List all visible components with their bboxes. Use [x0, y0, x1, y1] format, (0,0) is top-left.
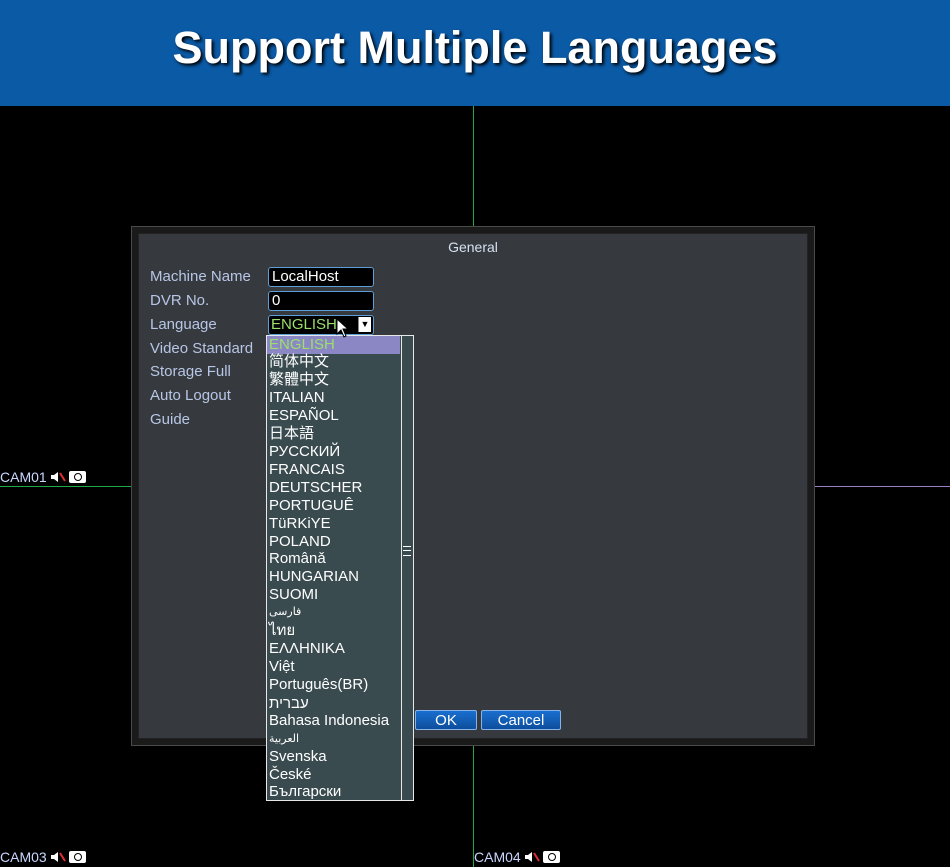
- language-option[interactable]: PORTUGUÊ: [267, 497, 400, 515]
- camera-tile-cam03[interactable]: CAM03: [0, 849, 86, 865]
- language-option[interactable]: עברית: [267, 695, 400, 713]
- dialog-panel: General Machine Name DVR No. Language Vi…: [138, 233, 808, 739]
- camera-label: CAM01: [0, 469, 47, 485]
- language-option[interactable]: فارسی: [267, 603, 400, 621]
- grid-line-vertical-top: [473, 106, 474, 226]
- camera-tile-cam04[interactable]: CAM04: [474, 849, 560, 865]
- language-option[interactable]: ENGLISH: [267, 336, 400, 354]
- language-select[interactable]: ENGLISH ▼: [268, 315, 374, 335]
- language-option[interactable]: ΕΛΛΗΝΙΚΑ: [267, 640, 400, 658]
- machine-name-input[interactable]: LocalHost: [268, 267, 374, 287]
- scrollbar-grip-icon[interactable]: [403, 546, 411, 556]
- dvr-no-label: DVR No.: [150, 292, 210, 309]
- language-label: Language: [150, 316, 217, 333]
- dialog-title: General: [448, 239, 498, 255]
- language-option[interactable]: HUNGARIAN: [267, 568, 400, 586]
- language-option[interactable]: 繁體中文: [267, 371, 400, 389]
- language-option[interactable]: TüRKiYE: [267, 515, 400, 533]
- general-settings-dialog: General Machine Name DVR No. Language Vi…: [131, 226, 815, 746]
- dvr-no-input[interactable]: 0: [268, 291, 374, 311]
- language-option[interactable]: Bahasa Indonesia: [267, 712, 400, 730]
- camera-tile-cam01[interactable]: CAM01: [0, 469, 86, 485]
- language-dropdown-list[interactable]: ENGLISH 简体中文 繁體中文 ITALIAN ESPAÑOL 日本語 РУССКИЙ F…: [266, 335, 414, 801]
- storage-full-label: Storage Full: [150, 363, 231, 380]
- camera-icon: [542, 851, 560, 863]
- language-option[interactable]: Български: [267, 783, 400, 800]
- machine-name-label: Machine Name: [150, 268, 251, 285]
- language-option[interactable]: Việt: [267, 658, 400, 676]
- language-option[interactable]: Românǎ: [267, 550, 400, 568]
- language-option[interactable]: ไทย: [267, 622, 400, 640]
- banner: Support Multiple Languages: [0, 0, 950, 106]
- language-option[interactable]: ITALIAN: [267, 389, 400, 407]
- speaker-icon: [50, 471, 66, 483]
- video-standard-label: Video Standard: [150, 340, 254, 357]
- camera-icon: [68, 851, 86, 863]
- grid-line-horizontal-right: [815, 486, 950, 487]
- grid-line-horizontal-left: [0, 486, 131, 487]
- dropdown-scrollbar[interactable]: [401, 336, 413, 800]
- language-option[interactable]: SUOMI: [267, 586, 400, 604]
- language-option[interactable]: DEUTSCHER: [267, 479, 400, 497]
- language-option[interactable]: POLAND: [267, 533, 400, 551]
- guide-label: Guide: [150, 411, 191, 428]
- language-select-value: ENGLISH: [271, 316, 337, 333]
- language-option[interactable]: 简体中文: [267, 353, 400, 371]
- speaker-icon: [524, 851, 540, 863]
- language-option[interactable]: РУССКИЙ: [267, 443, 400, 461]
- auto-logout-label: Auto Logout: [150, 387, 231, 404]
- speaker-icon: [50, 851, 66, 863]
- language-option[interactable]: Svenska: [267, 748, 400, 766]
- cancel-button[interactable]: Cancel: [481, 710, 561, 730]
- camera-label: CAM03: [0, 849, 47, 865]
- language-option[interactable]: ESPAÑOL: [267, 407, 400, 425]
- language-option[interactable]: Português(BR): [267, 676, 400, 694]
- language-option[interactable]: České: [267, 766, 400, 784]
- language-option[interactable]: FRANCAIS: [267, 461, 400, 479]
- language-option[interactable]: العربية: [267, 730, 400, 748]
- dropdown-arrow-icon[interactable]: ▼: [358, 317, 371, 332]
- banner-title: Support Multiple Languages: [172, 22, 778, 73]
- mouse-cursor-icon: [336, 318, 350, 338]
- language-option[interactable]: 日本語: [267, 425, 400, 443]
- camera-label: CAM04: [474, 849, 521, 865]
- camera-icon: [68, 471, 86, 483]
- ok-button[interactable]: OK: [415, 710, 477, 730]
